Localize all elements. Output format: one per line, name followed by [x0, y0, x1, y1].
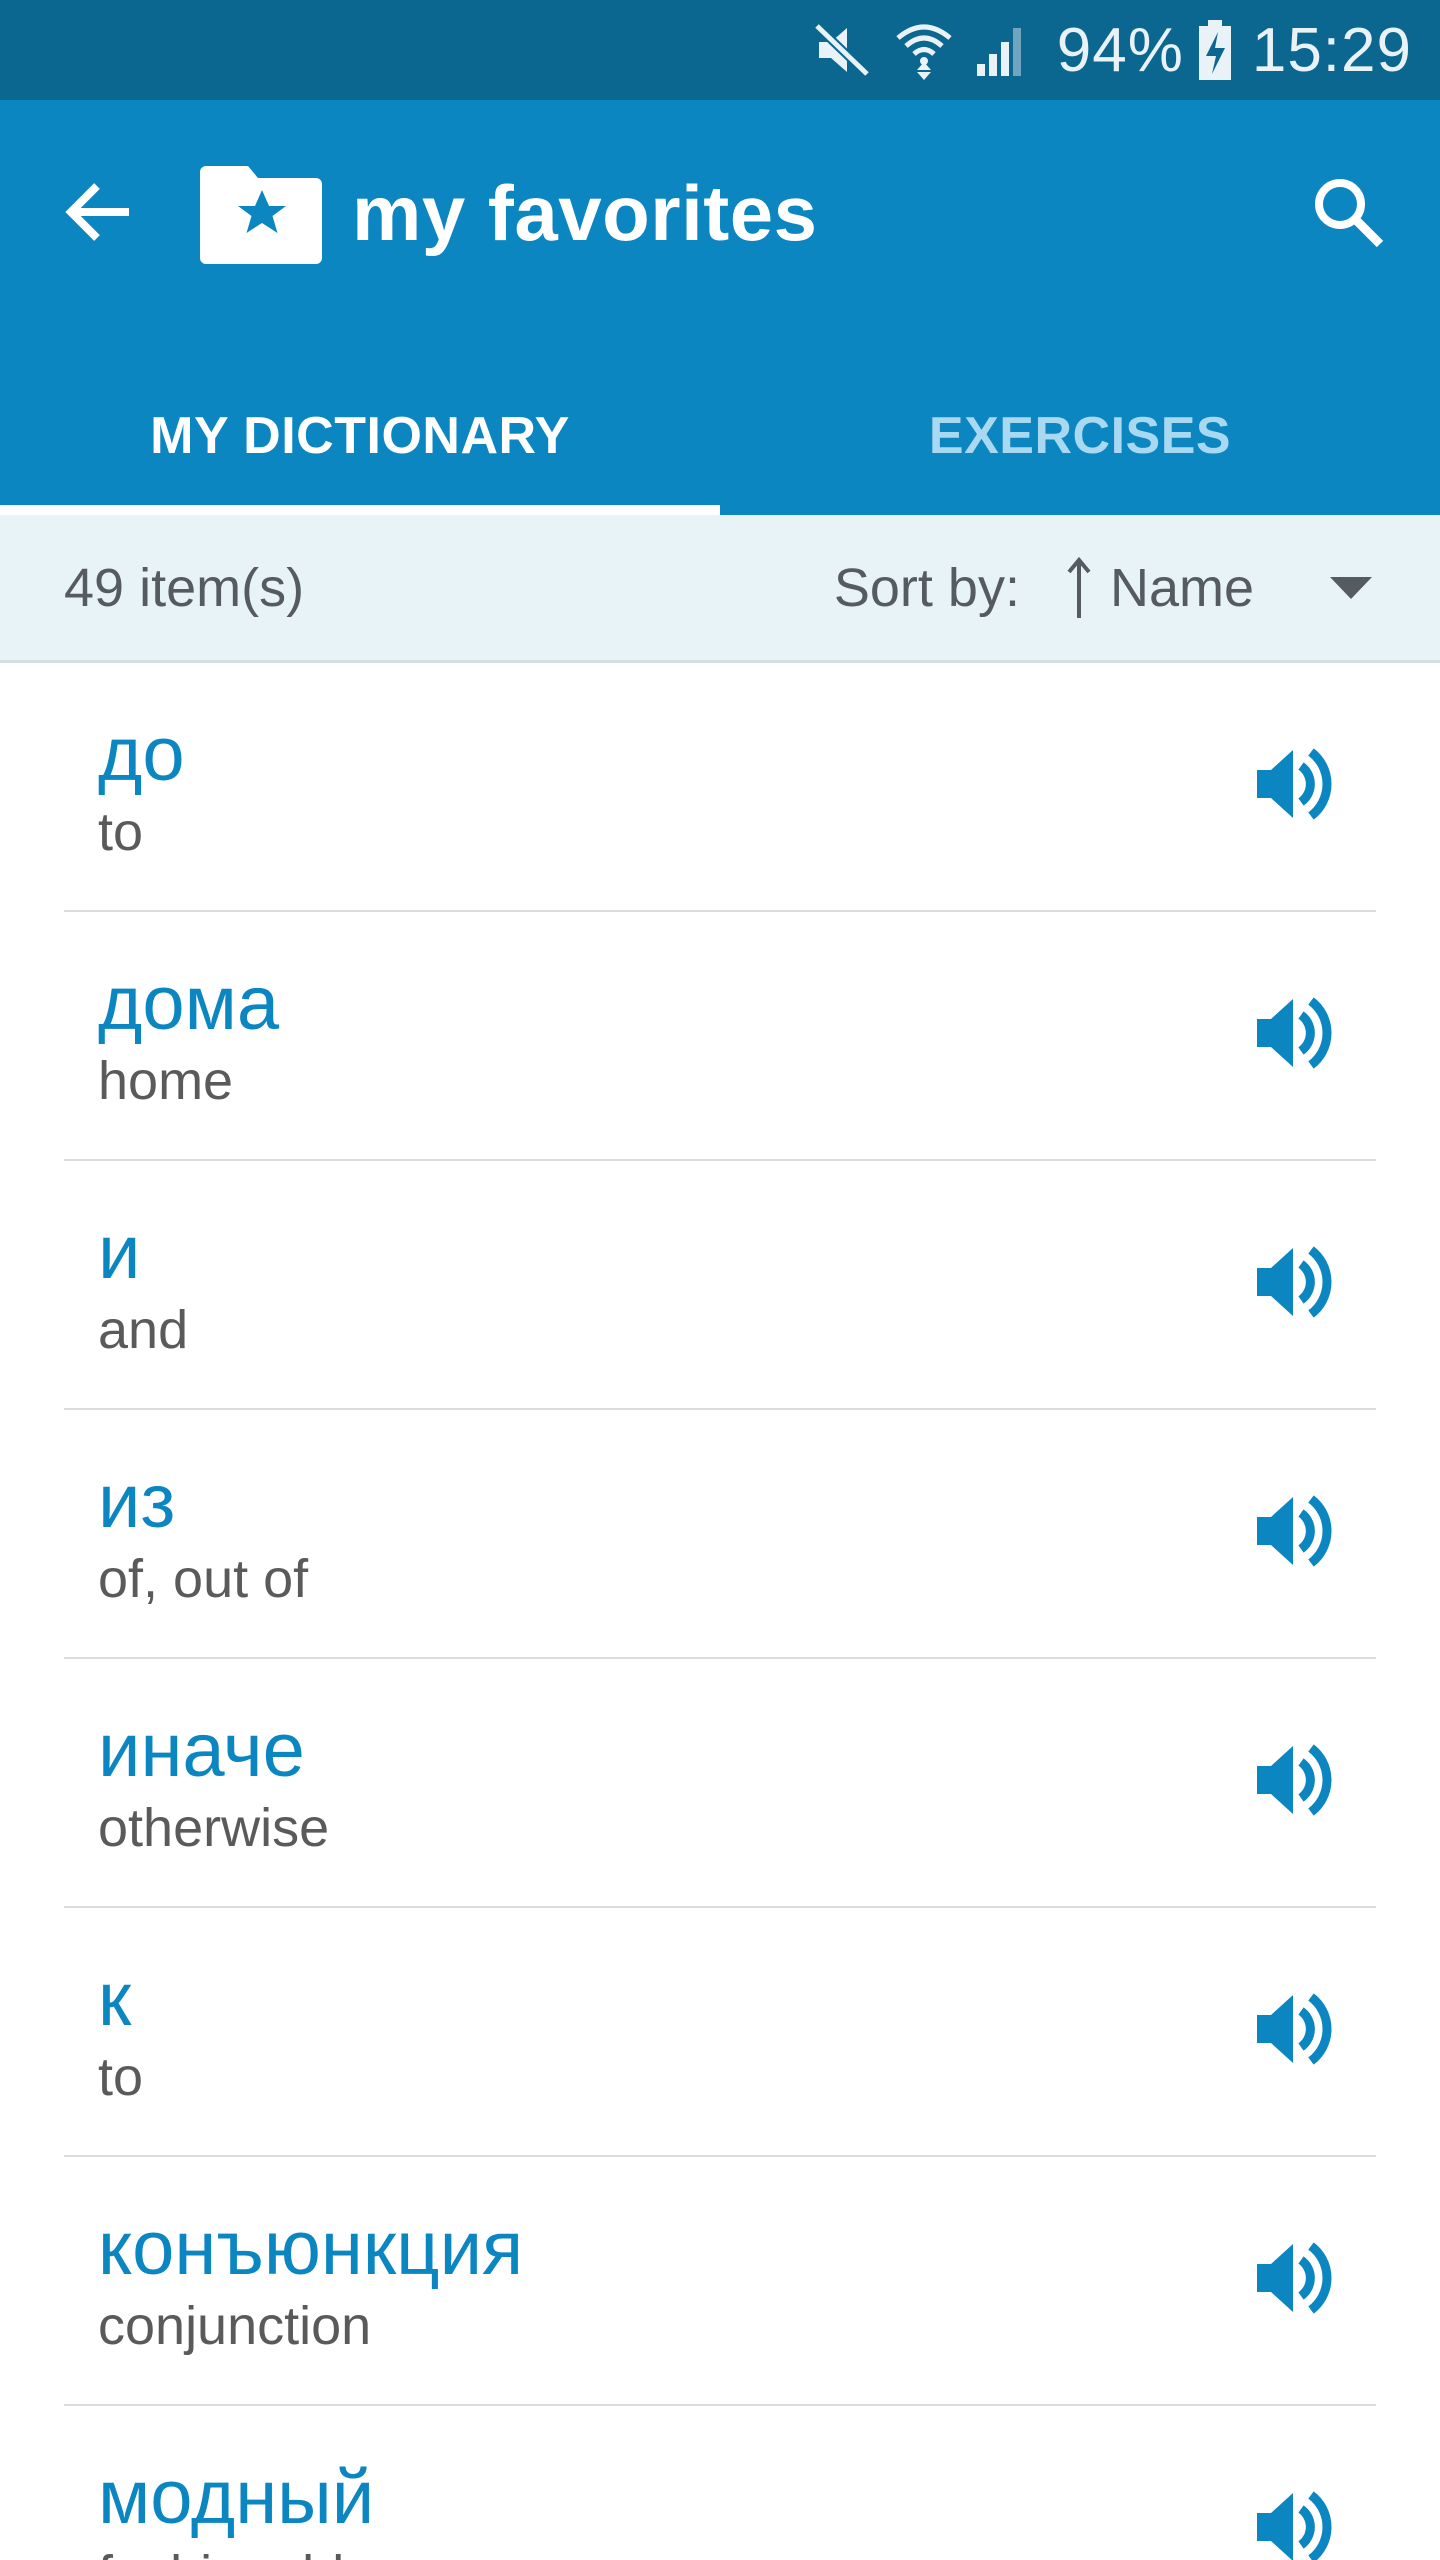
speaker-icon[interactable]	[1250, 739, 1340, 829]
speaker-icon[interactable]	[1250, 1486, 1340, 1576]
search-button[interactable]	[1298, 164, 1398, 264]
list-item[interactable]: до to	[64, 663, 1376, 912]
speaker-icon[interactable]	[1250, 988, 1340, 1078]
folder-star-icon	[200, 160, 324, 264]
sort-by-label: Sort by:	[833, 557, 1020, 618]
word-text: конъюнкция	[98, 2206, 524, 2291]
word-text: к	[98, 1957, 132, 2042]
clock: 15:29	[1251, 15, 1412, 85]
speaker-icon[interactable]	[1250, 2482, 1340, 2560]
translation-text: to	[98, 802, 144, 862]
item-count: 49 item(s)	[64, 557, 305, 618]
caret-down-icon[interactable]	[1326, 573, 1376, 603]
word-text: и	[98, 1210, 141, 1295]
list-item[interactable]: модный fashionable	[64, 2406, 1376, 2560]
back-button[interactable]	[48, 164, 148, 264]
favorites-list: до to дома home и and из of, out of иначе otherwi…	[0, 663, 1440, 2560]
speaker-icon[interactable]	[1250, 1735, 1340, 1825]
word-text: иначе	[98, 1708, 305, 1793]
list-item[interactable]: иначе otherwise	[64, 1659, 1376, 1908]
wifi-icon	[895, 20, 953, 80]
status-bar: 94% 15:29	[0, 0, 1440, 100]
sort-bar: 49 item(s) Sort by: Name	[0, 515, 1440, 663]
battery-percent: 94%	[1056, 15, 1184, 85]
battery-charging-icon	[1198, 20, 1232, 80]
word-text: дома	[98, 961, 280, 1046]
sort-ascending-icon[interactable]	[1064, 556, 1094, 620]
list-item[interactable]: дома home	[64, 912, 1376, 1161]
page-title: my favorites	[352, 169, 818, 257]
speaker-icon[interactable]	[1250, 1984, 1340, 2074]
tab-exercises[interactable]: EXERCISES	[720, 365, 1440, 515]
list-item[interactable]: и and	[64, 1161, 1376, 1410]
speaker-icon[interactable]	[1250, 2233, 1340, 2323]
word-text: до	[98, 712, 185, 797]
app-bar: my favorites MY DICTIONARY EXERCISES	[0, 100, 1440, 515]
sort-select[interactable]: Name	[1110, 557, 1254, 619]
list-item[interactable]: конъюнкция conjunction	[64, 2157, 1376, 2406]
word-text: из	[98, 1459, 176, 1544]
tab-bar: MY DICTIONARY EXERCISES	[0, 365, 1440, 515]
tab-my-dictionary[interactable]: MY DICTIONARY	[0, 365, 720, 515]
list-item[interactable]: из of, out of	[64, 1410, 1376, 1659]
arrow-left-icon	[63, 180, 133, 249]
translation-text: home	[98, 1051, 234, 1111]
list-item[interactable]: к to	[64, 1908, 1376, 2157]
translation-text: otherwise	[98, 1798, 330, 1858]
signal-icon	[975, 22, 1031, 78]
translation-text: to	[98, 2047, 144, 2107]
translation-text: and	[98, 1300, 189, 1360]
translation-text: of, out of	[98, 1549, 309, 1609]
translation-text: fashionable	[98, 2544, 374, 2560]
speaker-icon[interactable]	[1250, 1237, 1340, 1327]
translation-text: conjunction	[98, 2296, 372, 2356]
mute-icon	[813, 22, 873, 78]
search-icon	[1312, 176, 1384, 253]
word-text: модный	[98, 2455, 375, 2540]
